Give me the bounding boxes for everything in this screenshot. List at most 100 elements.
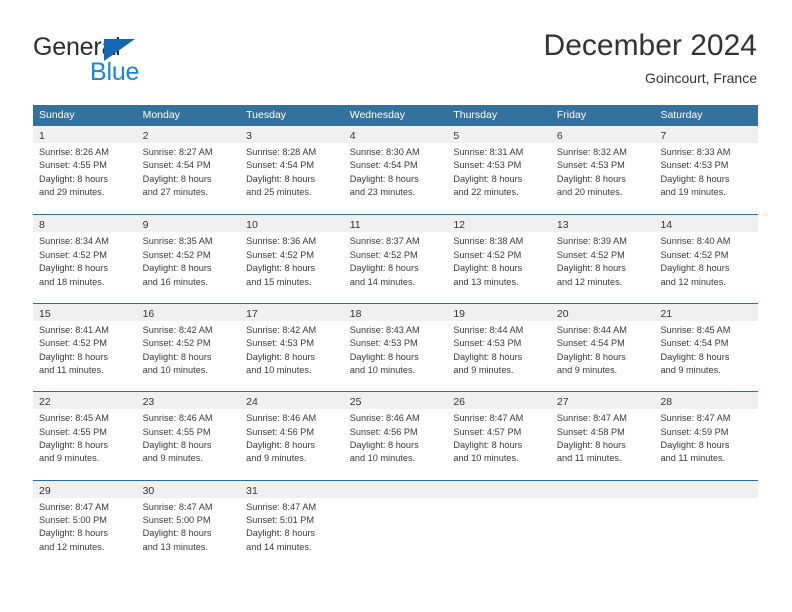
day-date-band: 7 [654,126,759,143]
day-info: Sunrise: 8:38 AM Sunset: 4:52 PM Dayligh… [447,232,551,289]
day-number: 3 [246,130,252,142]
daylight-text-line1: Daylight: 8 hours [246,351,316,362]
day-info: Sunrise: 8:42 AM Sunset: 4:53 PM Dayligh… [240,321,344,378]
sunrise-text: Sunrise: 8:42 AM [246,324,317,335]
daylight-text-line2: and 9 minutes. [556,365,618,375]
day-info: Sunrise: 8:46 AM Sunset: 4:56 PM Dayligh… [344,409,448,466]
general-blue-logo[interactable]: General Blue [33,33,233,89]
day-cell[interactable]: 13 Sunrise: 8:39 AM Sunset: 4:52 PM Dayl… [550,215,655,303]
day-date-band: 16 [136,303,241,321]
day-number: 26 [453,396,465,409]
day-number: 8 [39,219,45,232]
day-cell[interactable]: 18 Sunrise: 8:43 AM Sunset: 4:53 PM Dayl… [343,303,448,392]
day-date-band: 9 [136,215,241,233]
day-cell[interactable]: 11 Sunrise: 8:37 AM Sunset: 4:52 PM Dayl… [343,215,448,303]
day-info: Sunrise: 8:42 AM Sunset: 4:52 PM Dayligh… [137,321,241,378]
day-cell[interactable]: 6 Sunrise: 8:32 AM Sunset: 4:53 PM Dayli… [550,126,655,215]
day-cell[interactable]: 31 Sunrise: 8:47 AM Sunset: 5:01 PM Dayl… [240,480,344,568]
daylight-text-line1: Daylight: 8 hours [142,173,212,184]
day-cell[interactable]: 8 Sunrise: 8:34 AM Sunset: 4:52 PM Dayli… [33,215,137,303]
day-date-band [550,480,655,498]
day-cell[interactable]: 2 Sunrise: 8:27 AM Sunset: 4:54 PM Dayli… [136,126,241,215]
day-date-band: 23 [136,392,241,410]
day-date-band: 4 [343,126,448,143]
daylight-text-line1: Daylight: 8 hours [660,173,730,184]
day-cell[interactable]: 26 Sunrise: 8:47 AM Sunset: 4:57 PM Dayl… [447,392,551,480]
day-info: Sunrise: 8:26 AM Sunset: 4:55 PM Dayligh… [33,143,137,200]
day-date-band: 28 [654,392,759,410]
day-number: 20 [556,307,569,320]
weekday-header-saturday: Saturday [660,109,703,121]
day-cell[interactable]: 20 Sunrise: 8:44 AM Sunset: 4:54 PM Dayl… [550,303,655,392]
day-number: 18 [349,307,362,320]
day-cell[interactable]: 24 Sunrise: 8:46 AM Sunset: 4:56 PM Dayl… [240,392,344,480]
day-date-band: 27 [550,392,655,410]
brand-word-blue: Blue [90,58,140,86]
daylight-text-line2: and 19 minutes. [660,187,726,198]
day-info: Sunrise: 8:47 AM Sunset: 5:00 PM Dayligh… [137,498,241,555]
day-cell[interactable]: 3 Sunrise: 8:28 AM Sunset: 4:54 PM Dayli… [240,126,344,215]
daylight-text-line2: and 13 minutes. [453,276,519,287]
day-date-band: 29 [33,480,137,498]
day-cell[interactable]: 1 Sunrise: 8:26 AM Sunset: 4:55 PM Dayli… [33,126,137,215]
day-number: 28 [660,396,673,409]
day-number: 17 [246,307,258,320]
day-cell[interactable]: 12 Sunrise: 8:38 AM Sunset: 4:52 PM Dayl… [447,215,551,303]
day-cell[interactable]: 30 Sunrise: 8:47 AM Sunset: 5:00 PM Dayl… [136,480,241,568]
day-cell[interactable]: 23 Sunrise: 8:46 AM Sunset: 4:55 PM Dayl… [136,392,241,480]
day-cell[interactable]: 25 Sunrise: 8:46 AM Sunset: 4:56 PM Dayl… [343,392,448,480]
week-row: 22 Sunrise: 8:45 AM Sunset: 4:55 PM Dayl… [33,391,759,480]
daylight-text-line1: Daylight: 8 hours [556,439,626,450]
sunrise-text: Sunrise: 8:28 AM [246,147,317,157]
day-info: Sunrise: 8:34 AM Sunset: 4:52 PM Dayligh… [33,232,137,289]
day-cell[interactable]: 5 Sunrise: 8:31 AM Sunset: 4:53 PM Dayli… [447,126,551,215]
daylight-text-line1: Daylight: 8 hours [660,439,730,450]
daylight-text-line1: Daylight: 8 hours [39,263,108,274]
day-number: 23 [142,396,155,409]
day-cell[interactable]: 9 Sunrise: 8:35 AM Sunset: 4:52 PM Dayli… [136,215,241,303]
day-date-band: 22 [33,392,137,410]
day-date-band: 17 [240,303,344,321]
day-number: 24 [246,396,258,409]
day-cell[interactable]: 29 Sunrise: 8:47 AM Sunset: 5:00 PM Dayl… [33,480,137,568]
day-info: Sunrise: 8:28 AM Sunset: 4:54 PM Dayligh… [240,143,344,200]
day-date-band: 8 [33,215,137,233]
day-info: Sunrise: 8:39 AM Sunset: 4:52 PM Dayligh… [551,232,655,289]
day-info: Sunrise: 8:36 AM Sunset: 4:52 PM Dayligh… [240,232,344,289]
sunset-text: Sunset: 5:00 PM [39,514,107,525]
day-cell[interactable]: 21 Sunrise: 8:45 AM Sunset: 4:54 PM Dayl… [654,303,759,392]
day-cell[interactable]: 4 Sunrise: 8:30 AM Sunset: 4:54 PM Dayli… [343,126,448,215]
day-date-band: 20 [550,303,655,321]
sunrise-text: Sunrise: 8:32 AM [556,147,627,157]
day-cell[interactable]: 15 Sunrise: 8:41 AM Sunset: 4:52 PM Dayl… [33,303,137,392]
day-cell[interactable]: 19 Sunrise: 8:44 AM Sunset: 4:53 PM Dayl… [447,303,551,392]
day-cell[interactable]: 28 Sunrise: 8:47 AM Sunset: 4:59 PM Dayl… [654,392,759,480]
day-cell-empty [654,480,759,568]
daylight-text-line2: and 25 minutes. [246,187,312,198]
day-number: 2 [142,130,149,142]
daylight-text-line2: and 16 minutes. [142,276,208,287]
day-cell[interactable]: 22 Sunrise: 8:45 AM Sunset: 4:55 PM Dayl… [33,392,137,480]
day-cell[interactable]: 27 Sunrise: 8:47 AM Sunset: 4:58 PM Dayl… [550,392,655,480]
day-cell[interactable]: 16 Sunrise: 8:42 AM Sunset: 4:52 PM Dayl… [136,303,241,392]
day-date-band [654,480,759,498]
sunrise-text: Sunrise: 8:44 AM [453,324,524,335]
sunrise-text: Sunrise: 8:31 AM [453,147,524,157]
daylight-text-line2: and 10 minutes. [349,365,416,375]
weekday-header-monday: Monday [142,109,180,121]
daylight-text-line1: Daylight: 8 hours [39,439,108,450]
sunrise-text: Sunrise: 8:40 AM [660,236,731,247]
daylight-text-line1: Daylight: 8 hours [39,528,108,539]
day-cell[interactable]: 7 Sunrise: 8:33 AM Sunset: 4:53 PM Dayli… [654,126,759,215]
day-info: Sunrise: 8:47 AM Sunset: 4:57 PM Dayligh… [447,409,551,466]
day-date-band: 6 [550,126,655,143]
daylight-text-line2: and 14 minutes. [349,276,416,287]
day-cell[interactable]: 14 Sunrise: 8:40 AM Sunset: 4:52 PM Dayl… [654,215,759,303]
calendar-page: General Blue December 2024 Goincourt, Fr… [0,0,792,612]
day-cell[interactable]: 10 Sunrise: 8:36 AM Sunset: 4:52 PM Dayl… [240,215,344,303]
daylight-text-line2: and 9 minutes. [660,365,721,375]
day-cell[interactable]: 17 Sunrise: 8:42 AM Sunset: 4:53 PM Dayl… [240,303,344,392]
daylight-text-line1: Daylight: 8 hours [39,351,108,362]
daylight-text-line1: Daylight: 8 hours [453,351,523,362]
weekday-header-friday: Friday [556,109,587,121]
